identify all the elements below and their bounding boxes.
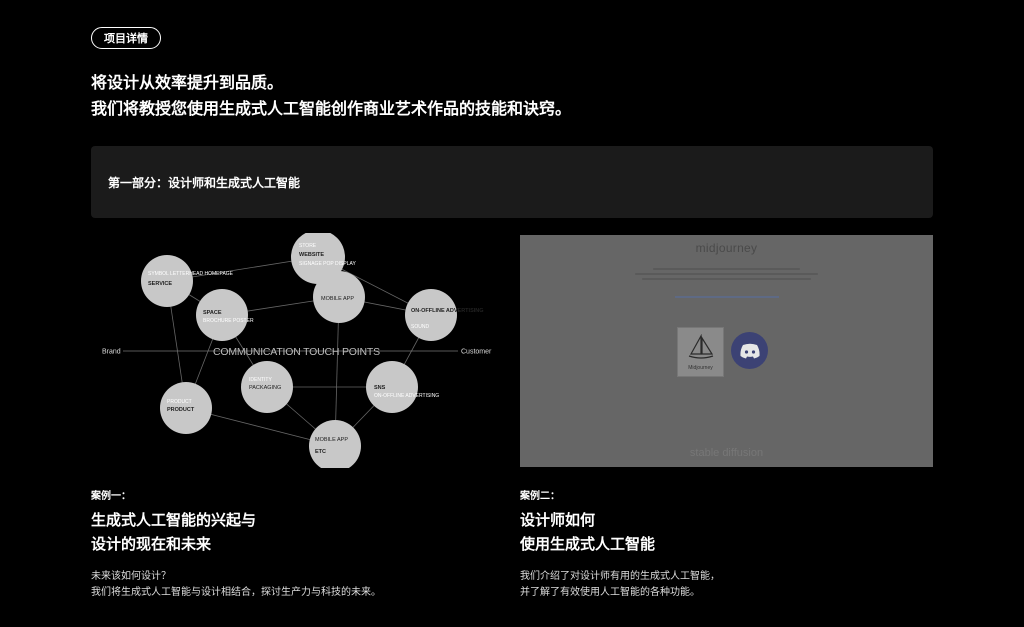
- svg-text:WEBSITE: WEBSITE: [299, 252, 324, 258]
- case-two-description: 我们介绍了对设计师有用的生成式人工智能， 并了解了有效使用人工智能的各种功能。: [520, 569, 720, 601]
- case-two-tag: 案例二：: [520, 491, 560, 502]
- stable-diffusion-label: stable diffusion: [689, 447, 764, 459]
- ai-tools-screenshot: midjourney Midjourney stable diffusion: [520, 235, 933, 467]
- svg-text:BROCHURE POSTER: BROCHURE POSTER: [203, 318, 254, 324]
- midjourney-card[interactable]: Midjourney: [677, 327, 724, 377]
- case-one-desc-line-1: 未来该如何设计？: [91, 571, 171, 582]
- customer-label: Customer: [461, 349, 492, 356]
- case-two-desc-line-1: 我们介绍了对设计师有用的生成式人工智能，: [520, 571, 720, 582]
- svg-text:SYMBOL LETTERHEAD HOMEPAGE: SYMBOL LETTERHEAD HOMEPAGE: [148, 271, 234, 277]
- midjourney-logo-text: midjourney: [695, 241, 758, 255]
- node-sns: SNS ON-OFFLINE ADVERTISING: [366, 361, 439, 413]
- case-two-title-line-1: 设计师如何: [520, 511, 596, 529]
- case-one-description: 未来该如何设计？ 我们将生成式人工智能与设计相结合，探讨生产力与科技的未来。: [91, 569, 381, 601]
- svg-text:MOBILE APP: MOBILE APP: [315, 437, 348, 443]
- svg-text:SOUND: SOUND: [411, 324, 429, 330]
- discord-icon[interactable]: [731, 332, 768, 369]
- svg-text:SIGNAGE POP DISPLAY: SIGNAGE POP DISPLAY: [299, 261, 356, 267]
- svg-text:PACKAGING: PACKAGING: [249, 385, 281, 391]
- case-one: 案例一： 生成式人工智能的兴起与 设计的现在和未来 未来该如何设计？ 我们将生成…: [91, 487, 381, 601]
- case-one-title-line-2: 设计的现在和未来: [91, 535, 212, 553]
- case-one-desc-line-2: 我们将生成式人工智能与设计相结合，探讨生产力与科技的未来。: [91, 587, 381, 598]
- brand-label: Brand: [102, 349, 121, 356]
- case-one-title-line-1: 生成式人工智能的兴起与: [91, 511, 257, 529]
- svg-text:SERVICE: SERVICE: [148, 281, 172, 287]
- node-packaging: PACKAGING IDENTITY: [241, 361, 293, 413]
- svg-text:SNS: SNS: [374, 385, 386, 391]
- svg-text:ETC: ETC: [315, 449, 326, 455]
- svg-text:ON-OFFLINE ADVERTISING: ON-OFFLINE ADVERTISING: [374, 393, 439, 399]
- case-two-desc-line-2: 并了解了有效使用人工智能的各种功能。: [520, 587, 700, 598]
- svg-text:PRODUCT: PRODUCT: [167, 399, 192, 405]
- section-title: 第一部分：设计师和生成式人工智能: [108, 175, 301, 190]
- node-mobile-app: MOBILE APP: [313, 271, 365, 323]
- case-one-tag: 案例一：: [91, 491, 131, 502]
- svg-text:PRODUCT: PRODUCT: [167, 407, 195, 413]
- headline-line-1: 将设计从效率提升到品质。: [91, 73, 284, 92]
- project-details-pill[interactable]: 项目详情: [91, 27, 161, 49]
- link-line: [675, 296, 779, 298]
- discord-logo: [739, 343, 760, 358]
- headline-line-2: 我们将教授您使用生成式人工智能创作商业艺术作品的技能和诀窍。: [91, 99, 572, 118]
- section-header-bar: 第一部分：设计师和生成式人工智能: [91, 146, 933, 218]
- midjourney-boat-icon: [688, 334, 714, 359]
- node-advertising: ON-OFFLINE ADVERTISING SOUND: [405, 289, 484, 341]
- case-two-title-line-2: 使用生成式人工智能: [520, 535, 656, 553]
- touch-points-diagram: Brand Customer STORE WEBSITE SIGNAGE POP…: [91, 233, 501, 468]
- svg-text:IDENTITY: IDENTITY: [249, 377, 272, 383]
- svg-text:ON-OFFLINE ADVERTISING: ON-OFFLINE ADVERTISING: [411, 308, 484, 314]
- node-product: PRODUCT PRODUCT: [160, 382, 212, 434]
- center-label: COMMUNICATION TOUCH POINTS: [213, 346, 380, 358]
- svg-text:STORE: STORE: [299, 243, 317, 249]
- case-two: 案例二： 设计师如何 使用生成式人工智能 我们介绍了对设计师有用的生成式人工智能…: [520, 487, 720, 601]
- text-lines: [635, 265, 818, 283]
- page-headline: 将设计从效率提升到品质。 我们将教授您使用生成式人工智能创作商业艺术作品的技能和…: [91, 70, 571, 122]
- midjourney-card-label: Midjourney: [688, 365, 713, 371]
- svg-text:SPACE: SPACE: [203, 310, 222, 316]
- touch-points-svg: Brand Customer STORE WEBSITE SIGNAGE POP…: [102, 233, 492, 468]
- node-space: SPACE BROCHURE POSTER: [196, 289, 254, 341]
- svg-text:MOBILE APP: MOBILE APP: [321, 296, 354, 302]
